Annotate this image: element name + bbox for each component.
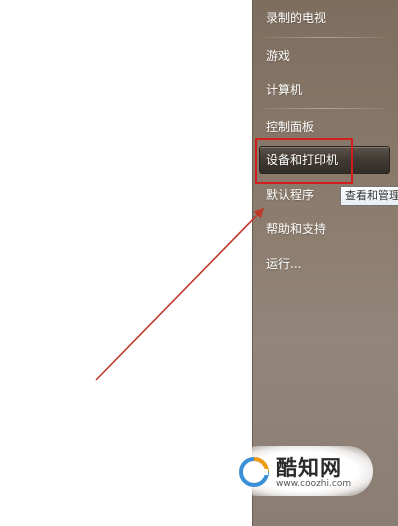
watermark-title: 酷知网 bbox=[276, 456, 342, 480]
menu-item-games[interactable]: 游戏 bbox=[266, 45, 290, 67]
menu-item-recorded-tv[interactable]: 录制的电视 bbox=[266, 7, 326, 29]
menu-separator bbox=[262, 108, 388, 109]
menu-item-default-programs[interactable]: 默认程序 bbox=[266, 184, 314, 206]
menu-item-run[interactable]: 运行... bbox=[266, 253, 301, 275]
menu-separator bbox=[262, 37, 388, 38]
menu-item-help-and-support[interactable]: 帮助和支持 bbox=[266, 218, 326, 240]
screenshot-canvas: 录制的电视 游戏 计算机 控制面板 设备和打印机 默认程序 帮助和支持 运行..… bbox=[0, 0, 398, 526]
watermark-url: www.coozhi.com bbox=[276, 479, 352, 489]
annotation-highlight-box bbox=[255, 138, 353, 184]
menu-item-computer[interactable]: 计算机 bbox=[266, 79, 302, 101]
coozhi-logo-icon bbox=[239, 457, 269, 487]
menu-item-control-panel[interactable]: 控制面板 bbox=[266, 116, 314, 138]
tooltip: 查看和管理 bbox=[340, 186, 398, 206]
